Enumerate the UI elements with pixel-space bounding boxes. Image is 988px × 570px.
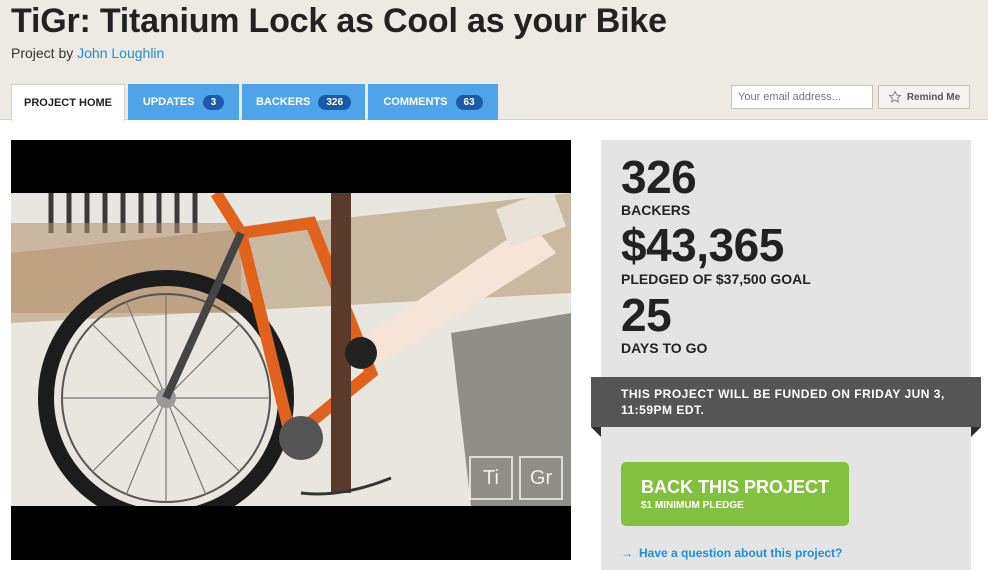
back-button-label: Back This Project [641,477,830,497]
creator-link[interactable]: John Loughlin [77,45,164,61]
star-outline-icon [888,90,902,103]
backers-count-badge: 326 [318,94,352,110]
tab-label: Backers [255,96,311,108]
watermark-gr: Gr [519,456,563,500]
question-link[interactable]: → Have a question about this project? [621,546,842,560]
tab-project-home[interactable]: Project Home [11,84,125,121]
updates-count-badge: 3 [202,94,225,110]
tab-backers[interactable]: Backers 326 [242,84,365,120]
project-header: TiGr: Titanium Lock as Cool as your Bike… [0,0,988,121]
funding-notice-ribbon: This project will be funded on Friday Ju… [591,377,981,427]
remind-me-button[interactable]: Remind Me [878,85,970,109]
video-player[interactable]: Ti Gr [11,140,571,560]
comments-count-badge: 63 [455,94,483,110]
tab-comments[interactable]: Comments 63 [368,84,498,120]
days-to-go-count: 25 [621,289,672,341]
arrow-right-icon: → [621,546,633,560]
ribbon-fold-right [971,427,981,437]
days-to-go-label: Days to go [621,340,708,356]
ribbon-fold-left [591,427,601,437]
remind-me-label: Remind Me [906,91,961,103]
video-frame: Ti Gr [11,193,571,506]
tab-updates[interactable]: Updates 3 [128,84,239,120]
page-title: TiGr: Titanium Lock as Cool as your Bike [11,2,667,40]
backers-count: 326 [621,151,697,203]
email-input[interactable] [731,85,873,109]
watermark-ti: Ti [469,456,513,500]
back-button-sublabel: $1 minimum pledge [641,500,744,511]
tab-label: Project Home [23,97,112,109]
question-link-label: Have a question about this project? [639,546,843,560]
video-watermark: Ti Gr [469,456,563,500]
byline-prefix: Project by [11,45,74,61]
pledged-amount: $43,365 [621,219,784,271]
tab-label: Comments [383,96,448,108]
back-this-project-button[interactable]: Back This Project $1 minimum pledge [621,462,849,526]
backers-label: Backers [621,202,691,218]
pledged-label: Pledged of $37,500 goal [621,271,811,287]
byline: Project by John Loughlin [11,45,164,61]
tab-label: Updates [142,96,195,108]
